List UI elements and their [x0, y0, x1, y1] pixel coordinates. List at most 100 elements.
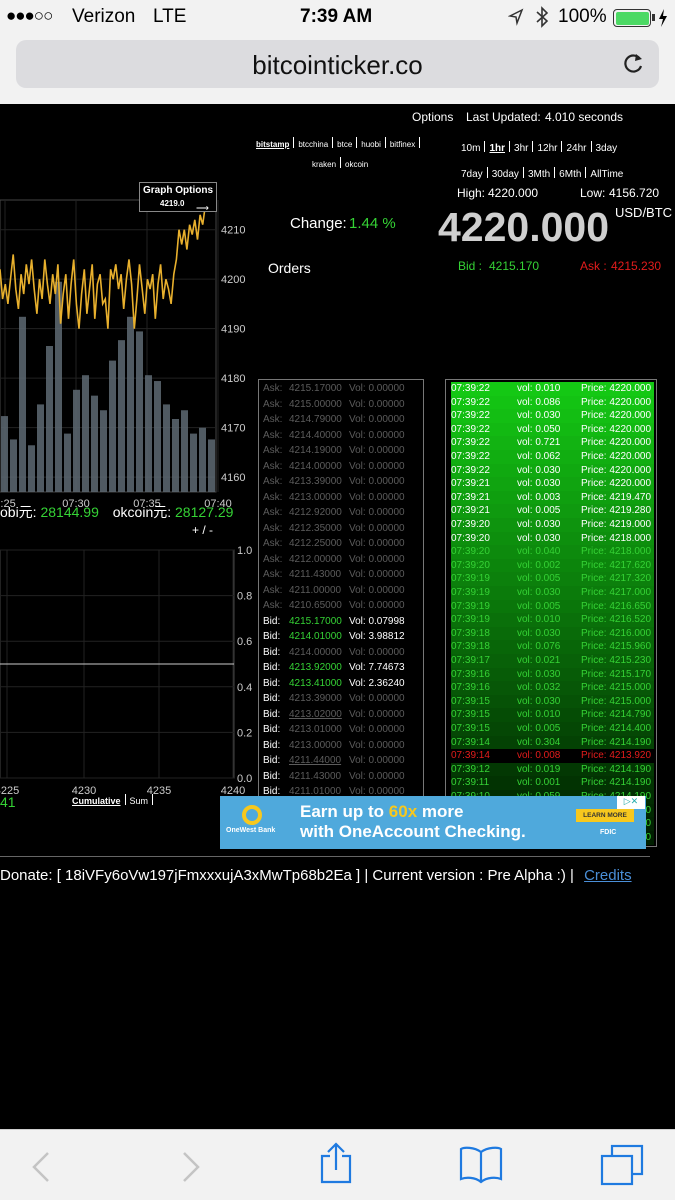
graph-options-button[interactable]: Graph Options 4219.0 ⟶ — [139, 182, 217, 213]
timeframe-30day[interactable]: 30day — [492, 169, 519, 180]
order-price: 4213.00000 — [289, 739, 342, 751]
back-icon[interactable] — [30, 1150, 52, 1184]
credits-link[interactable]: Credits — [584, 867, 632, 884]
exchange-okcoin[interactable]: okcoin — [345, 160, 368, 169]
trade-time: 07:39:12 — [451, 763, 490, 775]
trade-row: 07:39:17 vol: 0.021 Price: 4215.230 — [451, 654, 654, 668]
order-side: Bid: — [263, 755, 281, 766]
tabs-icon[interactable] — [600, 1144, 644, 1186]
trade-volume: vol: 0.030 — [517, 519, 561, 530]
order-volume: Vol: 7.74673 — [349, 662, 405, 673]
exchange-bitfinex[interactable]: bitfinex — [390, 140, 415, 149]
trade-volume: vol: 0.086 — [517, 396, 561, 408]
exchange-btcchina[interactable]: btcchina — [298, 140, 328, 149]
trade-volume: vol: 0.030 — [517, 668, 561, 680]
order-price: 4213.39000 — [289, 693, 342, 704]
ad-banner[interactable]: OneWest Bank Earn up to 60x more with On… — [220, 796, 646, 849]
status-bar: ●●●○○ Verizon LTE 7:39 AM 100% — [0, 0, 675, 36]
trade-time: 07:39:14 — [451, 750, 490, 762]
trade-row: 07:39:22 vol: 0.086 Price: 4220.000 — [451, 395, 654, 410]
reload-icon[interactable] — [621, 52, 645, 76]
timeframe-alltime[interactable]: AllTime — [590, 169, 623, 180]
trade-row: 07:39:22 vol: 0.010 Price: 4220.000 — [451, 382, 654, 396]
trade-time: 07:39:15 — [451, 723, 490, 734]
order-volume: Vol: 0.00000 — [349, 569, 405, 580]
order-price: 4214.00000 — [289, 460, 342, 472]
bank-logo-icon — [242, 805, 262, 825]
timeframe-24hr[interactable]: 24hr — [566, 143, 586, 154]
trade-time: 07:39:18 — [451, 627, 490, 639]
volume-bar — [100, 410, 107, 492]
timeframe-6mth[interactable]: 6Mth — [559, 169, 581, 180]
plus-minus-toggle[interactable]: + / - — [192, 523, 213, 537]
order-price: 4214.00000 — [289, 646, 342, 658]
exchange-huobi[interactable]: huobi — [361, 140, 381, 149]
price-y-tick: 4170 — [221, 423, 245, 435]
order-side: Ask: — [263, 600, 283, 611]
order-price: 4215.00000 — [289, 398, 342, 410]
order-side: Ask: — [263, 507, 283, 518]
price-y-tick: 4200 — [221, 274, 245, 286]
share-icon[interactable] — [318, 1142, 354, 1186]
order-volume: Vol: 0.00000 — [349, 522, 405, 534]
trade-price: Price: 4215.000 — [581, 682, 652, 694]
battery-percent: 100% — [558, 6, 607, 27]
trade-time: 07:39:22 — [451, 437, 490, 449]
exchange-bitstamp[interactable]: bitstamp — [256, 140, 289, 149]
signal-icon: ●●●○○ — [6, 6, 53, 25]
sum-option[interactable]: Sum — [130, 796, 149, 806]
volume-bar — [127, 316, 134, 492]
exchange-kraken[interactable]: kraken — [312, 160, 336, 169]
volume-bar — [163, 404, 170, 492]
timeframe-1hr[interactable]: 1hr — [489, 143, 505, 154]
volume-bar — [199, 427, 206, 492]
order-price: 4210.65000 — [289, 600, 342, 611]
trade-time: 07:39:20 — [451, 546, 490, 558]
timeframe-12hr[interactable]: 12hr — [537, 143, 557, 154]
cumulative-option[interactable]: Cumulative — [72, 796, 121, 806]
trade-row: 07:39:21 vol: 0.003 Price: 4219.470 — [451, 490, 654, 505]
timeframe-10m[interactable]: 10m — [461, 143, 480, 154]
ad-choices-icon[interactable]: ▷✕ — [617, 796, 645, 809]
price-y-tick: 4210 — [221, 225, 245, 237]
trade-volume: vol: 0.030 — [517, 695, 561, 707]
timeframe-3day[interactable]: 3day — [596, 143, 618, 154]
timeframe-7day[interactable]: 7day — [461, 169, 483, 180]
timeframe-3mth[interactable]: 3Mth — [528, 169, 550, 180]
ad-cta-button[interactable]: LEARN MORE — [576, 809, 634, 822]
location-icon — [508, 8, 524, 26]
depth-y-tick: 1.0 — [237, 545, 252, 557]
url-field[interactable]: bitcointicker.co — [16, 40, 659, 88]
bookmarks-icon[interactable] — [458, 1144, 504, 1184]
order-volume: Vol: 0.00000 — [349, 398, 405, 410]
trade-time: 07:39:19 — [451, 573, 490, 585]
last-value-label: 4219.0 — [160, 199, 185, 208]
trade-time: 07:39:22 — [451, 423, 490, 435]
trade-time: 07:39:14 — [451, 736, 490, 748]
volume-bar — [118, 340, 125, 492]
trade-volume: vol: 0.030 — [517, 464, 561, 476]
trade-price: Price: 4216.650 — [581, 600, 652, 612]
trade-price: Price: 4216.000 — [581, 627, 652, 639]
trade-row: 07:39:22 vol: 0.062 Price: 4220.000 — [451, 450, 654, 464]
order-price: 4213.41000 — [289, 677, 342, 689]
forward-icon[interactable] — [180, 1150, 202, 1184]
timeframe-3hr[interactable]: 3hr — [514, 143, 528, 154]
order-volume: Vol: 0.00000 — [349, 507, 405, 518]
price-y-tick: 4180 — [221, 373, 245, 385]
volume-bar — [64, 433, 71, 492]
trade-row: 07:39:14 vol: 0.304 Price: 4214.190 — [451, 735, 654, 750]
order-price: 4215.17000 — [289, 615, 342, 627]
exchange-btce[interactable]: btce — [337, 140, 352, 149]
currency-label: USD/BTC — [615, 205, 673, 220]
ad-headline-pre: Earn up to — [300, 802, 389, 821]
volume-bar — [136, 331, 143, 492]
trade-volume: vol: 0.030 — [517, 587, 561, 598]
graph-options-label: Graph Options — [143, 185, 213, 196]
order-side: Ask: — [263, 445, 283, 456]
trade-price: Price: 4214.190 — [581, 736, 652, 748]
huobi-cny-label: obi元: — [0, 504, 37, 520]
trade-row: 07:39:16 vol: 0.030 Price: 4215.170 — [451, 667, 654, 682]
trade-row: 07:39:15 vol: 0.030 Price: 4215.000 — [451, 694, 654, 709]
options-link[interactable]: Options — [412, 110, 453, 124]
